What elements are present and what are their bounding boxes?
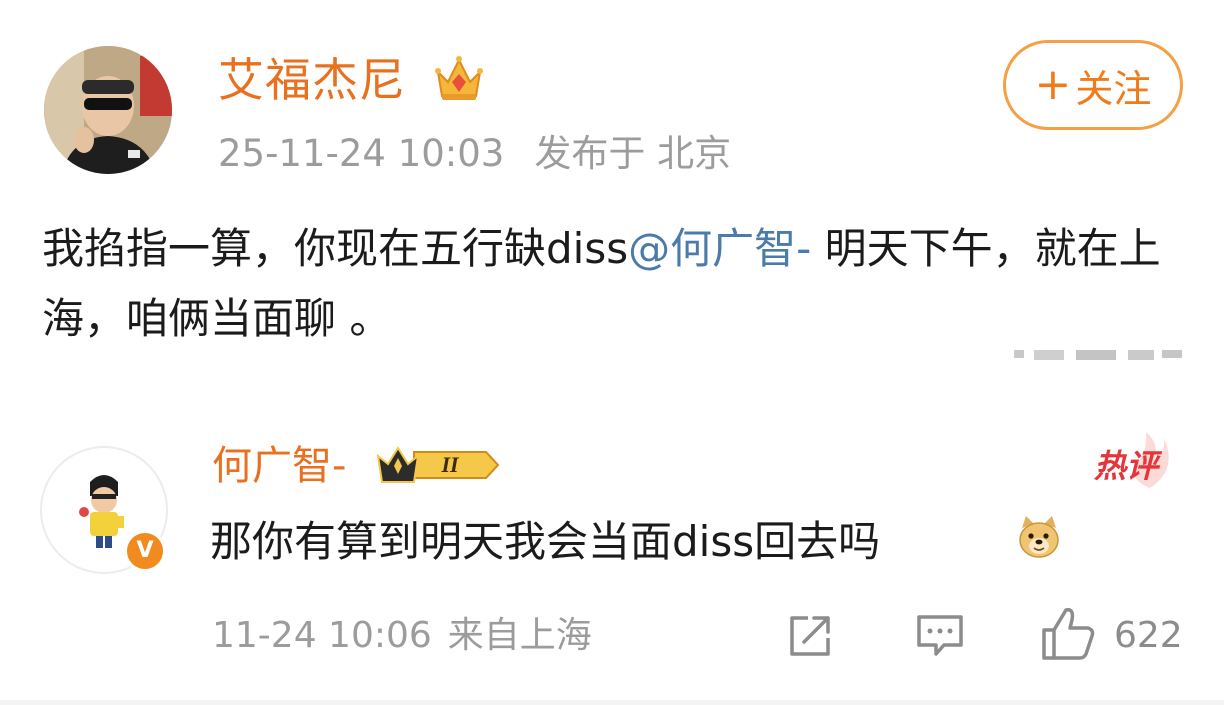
comment-author-name[interactable]: 何广智- <box>212 440 346 492</box>
crown-icon <box>432 52 486 104</box>
post-meta: 25-11-24 10:03 发布于 北京 <box>218 132 731 176</box>
post-body: 我掐指一算，你现在五行缺diss@何广智- 明天下午，就在上海，咱俩当面聊 。 <box>42 214 1162 354</box>
post-timestamp: 25-11-24 10:03 <box>218 132 505 175</box>
comment-meta: 11-24 10:06 来自上海 <box>212 612 592 660</box>
post-location: 发布于 北京 <box>534 132 732 175</box>
doge-emoji <box>1016 514 1062 560</box>
crown-level-icon: II <box>374 442 502 488</box>
thumbs-up-icon[interactable] <box>1040 604 1096 662</box>
like-count: 622 <box>1114 615 1183 656</box>
follow-button-label: 关注 <box>1075 66 1152 111</box>
post-author-name[interactable]: 艾福杰尼 <box>218 52 406 108</box>
follow-button[interactable]: + 关注 <box>1003 40 1183 130</box>
level-badge-text: II <box>440 452 460 477</box>
comment-timestamp: 11-24 10:06 <box>212 615 432 656</box>
bottom-divider <box>0 700 1224 705</box>
cutoff-text-fragment <box>1012 350 1184 368</box>
plus-icon: + <box>1034 59 1072 110</box>
post-author-avatar[interactable] <box>44 46 172 174</box>
verified-badge: V <box>124 530 166 572</box>
post-text-before: 我掐指一算，你现在五行缺diss <box>42 224 629 273</box>
share-icon[interactable] <box>786 612 834 660</box>
comment-text: 那你有算到明天我会当面diss回去吗 <box>210 517 881 566</box>
mention-link[interactable]: @何广智- <box>628 224 811 273</box>
comment-source: 来自上海 <box>447 615 592 656</box>
comment-icon[interactable] <box>914 612 966 660</box>
hot-comment-tag: 热评 <box>1094 447 1159 485</box>
